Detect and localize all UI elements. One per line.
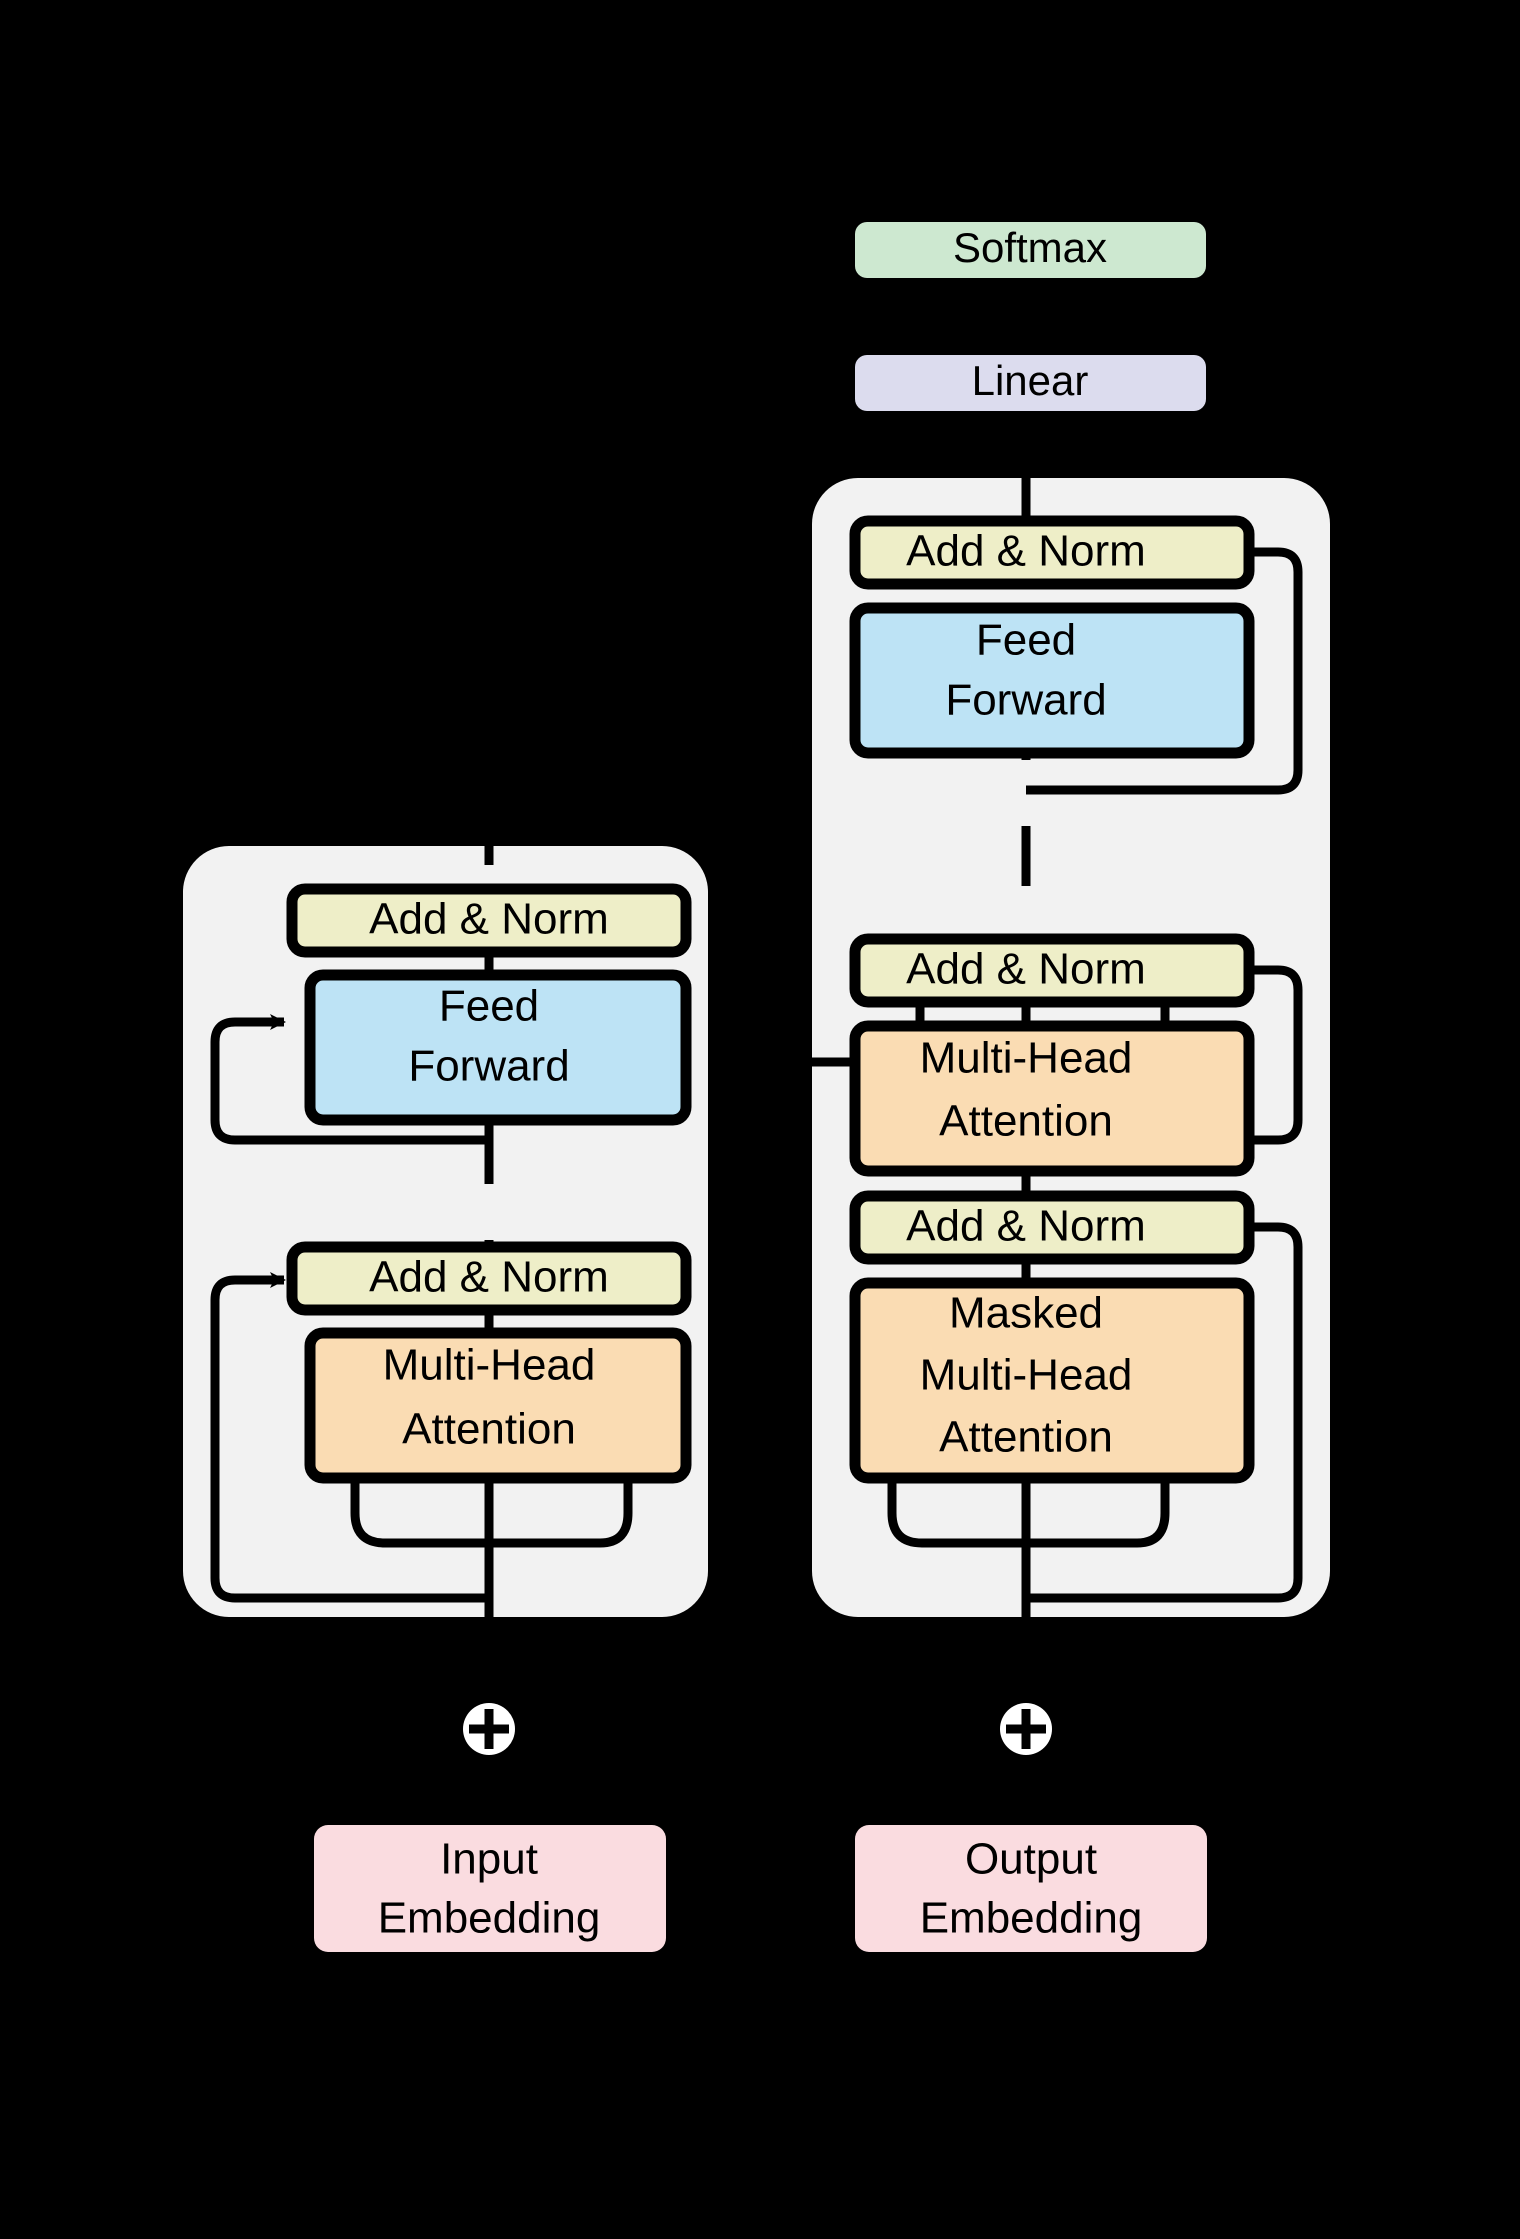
dec-masked-attention-label-line3: Attention bbox=[939, 1413, 1113, 1462]
dec-masked-attention: Masked Multi-Head Attention bbox=[849, 1277, 1255, 1484]
dec-cross-attention: Multi-Head Attention bbox=[849, 1020, 1255, 1177]
dec-masked-attention-label-line2: Multi-Head bbox=[920, 1351, 1133, 1400]
enc-add-norm-1: Add & Norm bbox=[286, 1241, 692, 1316]
linear-label: Linear bbox=[972, 357, 1089, 404]
linear-block: Linear bbox=[855, 355, 1206, 411]
output-embedding-label-line2: Embedding bbox=[920, 1894, 1143, 1943]
enc-add-norm-2-label: Add & Norm bbox=[369, 895, 609, 944]
dec-add-norm-2-label: Add & Norm bbox=[906, 945, 1146, 994]
softmax-label: Softmax bbox=[953, 224, 1107, 271]
transformer-architecture-diagram: Add & Norm Feed Forward Add & Norm Multi… bbox=[0, 0, 1520, 2239]
dec-feed-forward-label-line1: Feed bbox=[976, 616, 1076, 665]
enc-feed-forward-label-line2: Forward bbox=[408, 1042, 569, 1091]
dec-feed-forward: Feed Forward bbox=[849, 602, 1255, 759]
dec-add-norm-3: Add & Norm bbox=[849, 515, 1255, 590]
dec-add-norm-1-label: Add & Norm bbox=[906, 1202, 1146, 1251]
enc-add-norm-1-label: Add & Norm bbox=[369, 1253, 609, 1302]
enc-multi-head-attention-label-line2: Attention bbox=[402, 1405, 576, 1454]
dec-add-norm-3-label: Add & Norm bbox=[906, 527, 1146, 576]
dec-cross-attention-label-line2: Attention bbox=[939, 1097, 1113, 1146]
input-positional-add-icon bbox=[463, 1703, 515, 1755]
input-embedding-label-line1: Input bbox=[440, 1835, 538, 1884]
enc-multi-head-attention-label-line1: Multi-Head bbox=[383, 1341, 596, 1390]
diagram-canvas: Add & Norm Feed Forward Add & Norm Multi… bbox=[183, 222, 1330, 1952]
input-embedding-block: Input Embedding bbox=[314, 1825, 666, 1952]
dec-feed-forward-label-line2: Forward bbox=[945, 676, 1106, 725]
input-embedding-label-line2: Embedding bbox=[378, 1894, 601, 1943]
dec-cross-attention-label-line1: Multi-Head bbox=[920, 1034, 1133, 1083]
output-embedding-label-line1: Output bbox=[965, 1835, 1097, 1884]
dec-masked-attention-label-line1: Masked bbox=[949, 1289, 1103, 1338]
enc-feed-forward: Feed Forward bbox=[304, 969, 692, 1126]
softmax-block: Softmax bbox=[855, 222, 1206, 278]
enc-feed-forward-label-line1: Feed bbox=[439, 982, 539, 1031]
output-positional-add-icon bbox=[1000, 1703, 1052, 1755]
dec-add-norm-2: Add & Norm bbox=[849, 933, 1255, 1008]
output-embedding-block: Output Embedding bbox=[855, 1825, 1207, 1952]
enc-multi-head-attention: Multi-Head Attention bbox=[304, 1327, 692, 1484]
enc-add-norm-2: Add & Norm bbox=[286, 883, 692, 958]
dec-add-norm-1: Add & Norm bbox=[849, 1190, 1255, 1265]
